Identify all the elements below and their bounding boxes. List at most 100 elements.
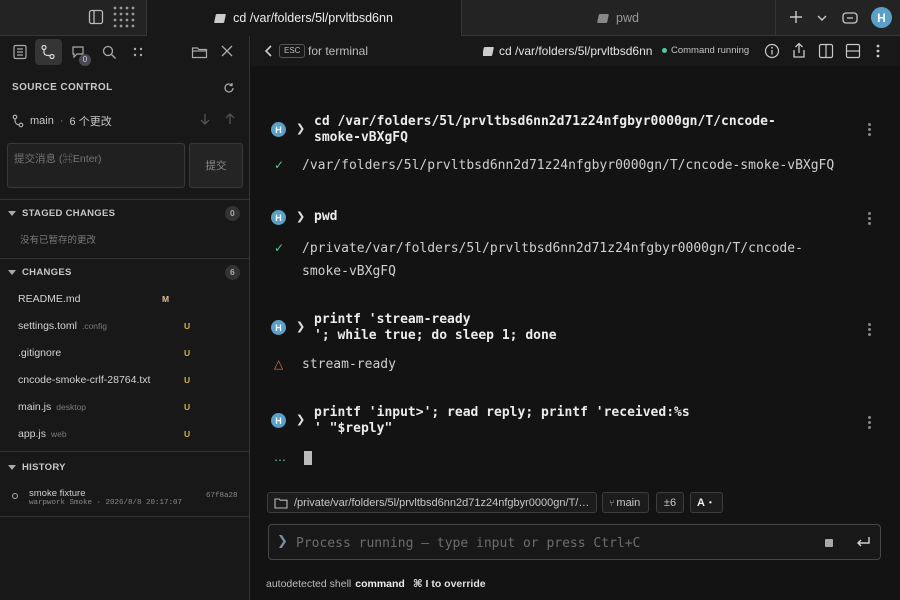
changed-file-row[interactable]: .gitignore U (0, 339, 249, 366)
branch-changes-text: 6 个更改 (69, 116, 112, 128)
commit-message-input[interactable] (7, 143, 185, 188)
changed-file-row[interactable]: cncode-smoke-crlf-28764.txt U (0, 366, 249, 393)
more-vertical-icon[interactable] (875, 43, 881, 59)
history-commit-row[interactable]: smoke fixture warpwork Smoke · 2026/8/8 … (0, 486, 249, 510)
sidebar-toolbar: 0 (0, 36, 249, 68)
file-name: settings.toml (18, 319, 77, 332)
changed-file-row[interactable]: README.md M (0, 285, 249, 312)
terminal-tab-icon (597, 13, 609, 23)
terminal-tab-icon (214, 13, 227, 23)
chat-badge: 0 (79, 54, 91, 66)
file-status-badge: U (184, 428, 191, 439)
input-prompt-arrow: ❯ (277, 534, 288, 549)
push-arrow-up-icon[interactable] (224, 113, 236, 125)
prompt-arrow: ❯ (296, 210, 306, 223)
sidebar-toggle-icon[interactable] (88, 9, 104, 25)
block-output[interactable]: /private/var/folders/5l/prvltbsd6nn2d71z… (302, 237, 887, 283)
ai-mode-chip[interactable]: A • (690, 492, 723, 513)
chevron-down-icon (8, 210, 16, 216)
close-icon[interactable] (220, 44, 234, 58)
ai-dot-icon: • (708, 498, 712, 507)
block-avatar: H (271, 320, 286, 335)
terminal-header: ESC for terminal cd /var/folders/5l/prvl… (251, 36, 900, 66)
divider (0, 451, 249, 452)
chevron-down-icon (8, 269, 16, 275)
block-command[interactable]: cd /var/folders/5l/prvltbsd6nn2d71z24nfg… (314, 114, 776, 146)
block-menu-icon[interactable] (868, 212, 872, 227)
branch-row[interactable]: main · 6 个更改 (12, 113, 112, 129)
file-name: app.js (18, 427, 47, 440)
new-tab-plus-icon[interactable] (789, 10, 803, 24)
terminal-title: cd /var/folders/5l/prvltbsd6nn (483, 44, 665, 58)
block-menu-icon[interactable] (868, 123, 872, 138)
block-command[interactable]: printf 'input>'; read reply; printf 'rec… (314, 405, 690, 437)
block-command[interactable]: printf 'stream-ready '; while true; do s… (314, 312, 557, 344)
folder-icon[interactable] (191, 44, 208, 60)
file-name: README.md (18, 292, 81, 305)
esc-label: for terminal (308, 44, 369, 58)
search-icon[interactable] (101, 44, 117, 60)
changed-file-row[interactable]: main.js desktop U (0, 393, 249, 420)
split-horizontal-icon[interactable] (845, 43, 861, 59)
window-toggle-icon[interactable] (842, 11, 858, 25)
file-dir: .config (81, 320, 107, 331)
running-ellipsis-icon: … (274, 450, 286, 464)
enter-return-icon[interactable] (855, 534, 871, 550)
staged-changes-title: STAGED CHANGES (22, 207, 116, 219)
drag-grid-icon[interactable] (111, 5, 135, 31)
block-avatar: H (271, 122, 286, 137)
terminal-output[interactable]: H ❯ cd /var/folders/5l/prvltbsd6nn2d71z2… (251, 66, 900, 488)
sparkle-icon[interactable] (130, 44, 146, 60)
branch-icon (12, 114, 24, 128)
command-running-status: Command running (662, 45, 749, 56)
user-avatar[interactable]: H (871, 7, 892, 28)
stop-square-icon[interactable] (825, 539, 833, 547)
terminal-tab-icon (483, 46, 494, 56)
success-check-icon: ✓ (274, 241, 285, 255)
running-status-text: Command running (671, 45, 750, 56)
file-status-badge: U (184, 374, 191, 385)
source-control-sidebar: 0 SOURCE CONTROL main · 6 个更改 提交消息 (⌘Ent… (0, 36, 250, 600)
file-list-icon[interactable] (12, 44, 28, 60)
cwd-chip[interactable]: /private/var/folders/5l/prvltbsd6nn2d71z… (267, 492, 597, 513)
block-output[interactable]: stream-ready (302, 353, 887, 376)
top-tab-bar: cd /var/folders/5l/prvltbsd6nn pwd H (0, 0, 900, 36)
file-status-badge: U (184, 347, 191, 358)
branch-separator: · (59, 115, 64, 127)
commit-hash: 67f8a28 (206, 492, 238, 500)
block-command[interactable]: pwd (314, 209, 337, 225)
history-header[interactable]: HISTORY (0, 454, 249, 480)
tab-list-chevron-down-icon[interactable] (816, 12, 828, 24)
refresh-icon[interactable] (223, 82, 235, 94)
cwd-path: /private/var/folders/5l/prvltbsd6nn2d71z… (294, 496, 590, 509)
tab-cd[interactable]: cd /var/folders/5l/prvltbsd6nn (146, 0, 462, 36)
info-icon[interactable] (764, 43, 780, 59)
chevron-down-icon (8, 464, 16, 470)
changes-header[interactable]: CHANGES 6 (0, 259, 249, 285)
back-chevron-icon[interactable] (264, 45, 274, 57)
git-branch-chip[interactable]: ⑂ main (602, 492, 649, 513)
tab-pwd[interactable]: pwd (462, 0, 776, 36)
footer-override-hint: ⌘ I to override (412, 578, 486, 590)
terminal-input[interactable] (296, 533, 796, 553)
commit-button[interactable]: 提交 (189, 143, 243, 188)
git-branch-name: main (616, 496, 641, 509)
diff-count-chip[interactable]: ±6 (656, 492, 684, 513)
footer-mode[interactable]: command (355, 578, 405, 590)
share-icon[interactable] (791, 42, 807, 59)
prompt-arrow: ❯ (296, 122, 306, 135)
footer-prefix: autodetected shell (266, 578, 352, 590)
block-avatar: H (271, 210, 286, 225)
changed-file-row[interactable]: app.js web U (0, 420, 249, 447)
staged-empty-text: 没有已暂存的更改 (20, 235, 97, 246)
shell-mode-footer: autodetected shell command ⌘ I to overri… (266, 578, 486, 590)
changed-file-row[interactable]: settings.toml .config U (0, 312, 249, 339)
block-menu-icon[interactable] (868, 416, 872, 431)
block-output[interactable]: /var/folders/5l/prvltbsd6nn2d71z24nfgbyr… (302, 154, 887, 177)
split-vertical-icon[interactable] (818, 43, 834, 59)
staged-changes-header[interactable]: STAGED CHANGES 0 (0, 200, 249, 226)
branch-icon: ⑂ (609, 497, 615, 508)
pull-arrow-down-icon[interactable] (199, 113, 211, 125)
source-control-icon[interactable] (40, 44, 56, 60)
block-menu-icon[interactable] (868, 323, 872, 338)
